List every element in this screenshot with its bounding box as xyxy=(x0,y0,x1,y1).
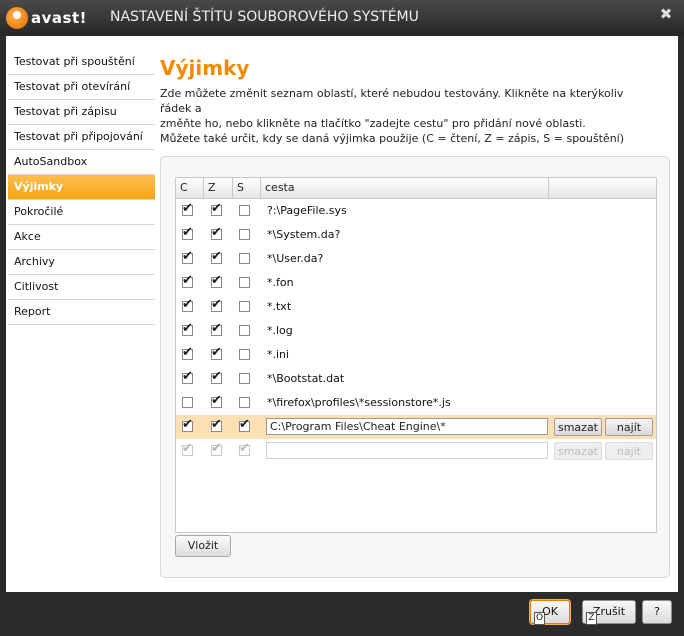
sidebar-item[interactable]: AutoSandbox xyxy=(8,150,155,175)
sidebar-item[interactable]: Citlivost xyxy=(8,275,155,300)
checkbox-s[interactable] xyxy=(239,253,250,264)
ok-button[interactable]: OK O xyxy=(530,600,570,625)
checkbox-s[interactable] xyxy=(239,349,250,360)
column-header-z[interactable]: Z xyxy=(204,178,233,198)
path-input[interactable]: C:\Program Files\Cheat Engine\* xyxy=(266,418,548,435)
cancel-label: Zrušit xyxy=(592,605,626,618)
sidebar-item[interactable]: Výjimky xyxy=(8,175,155,200)
checkbox-s[interactable] xyxy=(239,277,250,288)
checkbox-c[interactable] xyxy=(182,225,193,240)
table-row[interactable]: *.ini xyxy=(176,343,656,367)
path-cell: *\User.da? xyxy=(267,252,324,265)
checkbox-c[interactable] xyxy=(182,345,193,360)
table-row[interactable]: ?:\PageFile.sys xyxy=(176,199,656,223)
checkbox-z[interactable] xyxy=(211,417,222,432)
table-row-editing[interactable]: C:\Program Files\Cheat Engine\* smazatnaj… xyxy=(176,415,656,439)
checkbox-c[interactable] xyxy=(182,441,193,456)
delete-button[interactable]: smazat xyxy=(554,418,602,436)
settings-frame: Testovat při spouštění Testovat při oteví… xyxy=(6,36,678,592)
sidebar-item[interactable]: Testovat při otevírání xyxy=(8,75,155,100)
checkbox-c[interactable] xyxy=(182,397,193,408)
cancel-button[interactable]: Zrušit Z xyxy=(582,600,636,625)
checkbox-s[interactable] xyxy=(239,205,250,216)
checkbox-z[interactable] xyxy=(211,369,222,384)
path-cell: *.log xyxy=(267,324,293,337)
checkbox-c[interactable] xyxy=(182,201,193,216)
path-cell: *\firefox\profiles\*sessionstore*.js xyxy=(267,396,451,409)
checkbox-c[interactable] xyxy=(182,249,193,264)
sidebar-item[interactable]: Akce xyxy=(8,225,155,250)
table-row-new[interactable]: smazatnajít xyxy=(176,439,656,463)
description: Zde můžete změnit seznam oblastí, které … xyxy=(160,86,650,146)
checkbox-z[interactable] xyxy=(211,201,222,216)
logo-text: avast! xyxy=(31,9,87,27)
description-line: Zde můžete změnit seznam oblastí, které … xyxy=(160,87,624,115)
checkbox-s[interactable] xyxy=(239,441,250,456)
path-cell: *.txt xyxy=(267,300,292,313)
table-row[interactable]: *\User.da? xyxy=(176,247,656,271)
avast-logo: avast! xyxy=(6,7,87,29)
sidebar: Testovat při spouštění Testovat při oteví… xyxy=(8,50,155,325)
column-header-s[interactable]: S xyxy=(233,178,261,198)
help-button[interactable]: ? xyxy=(642,600,672,624)
sidebar-item[interactable]: Testovat při spouštění xyxy=(8,50,155,75)
delete-button-disabled: smazat xyxy=(554,442,602,460)
insert-button[interactable]: Vložit xyxy=(175,535,231,557)
browse-button-disabled: najít xyxy=(605,442,653,460)
table-row[interactable]: *\System.da? xyxy=(176,223,656,247)
path-cell: *.ini xyxy=(267,348,290,361)
checkbox-s[interactable] xyxy=(239,301,250,312)
column-header-actions xyxy=(549,178,656,198)
checkbox-z[interactable] xyxy=(211,441,222,456)
browse-button[interactable]: najít xyxy=(605,418,653,436)
avast-logo-icon xyxy=(6,7,28,29)
column-header-cesta[interactable]: cesta xyxy=(261,178,549,198)
checkbox-c[interactable] xyxy=(182,417,193,432)
column-header-c[interactable]: C xyxy=(176,178,204,198)
table-row[interactable]: *.log xyxy=(176,319,656,343)
checkbox-s[interactable] xyxy=(239,417,250,432)
page-title: Výjimky xyxy=(160,56,250,80)
checkbox-z[interactable] xyxy=(211,345,222,360)
title-bar: avast! NASTAVENÍ ŠTÍTU SOUBOROVÉHO SYSTÉ… xyxy=(0,0,684,36)
sidebar-item[interactable]: Pokročilé xyxy=(8,200,155,225)
table-row[interactable]: *\firefox\profiles\*sessionstore*.js xyxy=(176,391,656,415)
checkbox-z[interactable] xyxy=(211,297,222,312)
table-row[interactable]: *.fon xyxy=(176,271,656,295)
checkbox-z[interactable] xyxy=(211,273,222,288)
checkbox-c[interactable] xyxy=(182,297,193,312)
checkbox-s[interactable] xyxy=(239,325,250,336)
description-line: změňte ho, nebo klikněte na tlačítko "za… xyxy=(160,117,586,130)
checkbox-s[interactable] xyxy=(239,373,250,384)
checkbox-z[interactable] xyxy=(211,393,222,408)
checkbox-c[interactable] xyxy=(182,321,193,336)
path-cell: ?:\PageFile.sys xyxy=(267,204,347,217)
checkbox-s[interactable] xyxy=(239,397,250,408)
path-cell: *\System.da? xyxy=(267,228,341,241)
table-row[interactable]: *\Bootstat.dat xyxy=(176,367,656,391)
sidebar-item[interactable]: Report xyxy=(8,300,155,325)
checkbox-c[interactable] xyxy=(182,273,193,288)
cancel-hotkey: Z xyxy=(586,612,597,625)
table-header: C Z S cesta xyxy=(176,178,656,199)
main-content: Výjimky Zde můžete změnit seznam oblastí… xyxy=(160,50,678,590)
new-path-input[interactable] xyxy=(266,442,548,459)
sidebar-item[interactable]: Testovat při zápisu xyxy=(8,100,155,125)
window-title: NASTAVENÍ ŠTÍTU SOUBOROVÉHO SYSTÉMU xyxy=(110,9,419,25)
checkbox-c[interactable] xyxy=(182,369,193,384)
sidebar-item[interactable]: Testovat při připojování xyxy=(8,125,155,150)
sidebar-item[interactable]: Archivy xyxy=(8,250,155,275)
path-cell: *\Bootstat.dat xyxy=(267,372,345,385)
table-row[interactable]: *.txt xyxy=(176,295,656,319)
checkbox-s[interactable] xyxy=(239,229,250,240)
exceptions-panel: C Z S cesta ?:\PageFile.sys *\System.da? *… xyxy=(160,156,670,578)
description-line: Můžete také určit, kdy se daná výjimka p… xyxy=(160,132,625,145)
ok-hotkey: O xyxy=(534,612,545,625)
checkbox-z[interactable] xyxy=(211,249,222,264)
checkbox-z[interactable] xyxy=(211,321,222,336)
path-cell: *.fon xyxy=(267,276,294,289)
close-icon[interactable]: ✖ xyxy=(656,4,676,24)
exceptions-table: C Z S cesta ?:\PageFile.sys *\System.da? *… xyxy=(175,177,657,533)
checkbox-z[interactable] xyxy=(211,225,222,240)
